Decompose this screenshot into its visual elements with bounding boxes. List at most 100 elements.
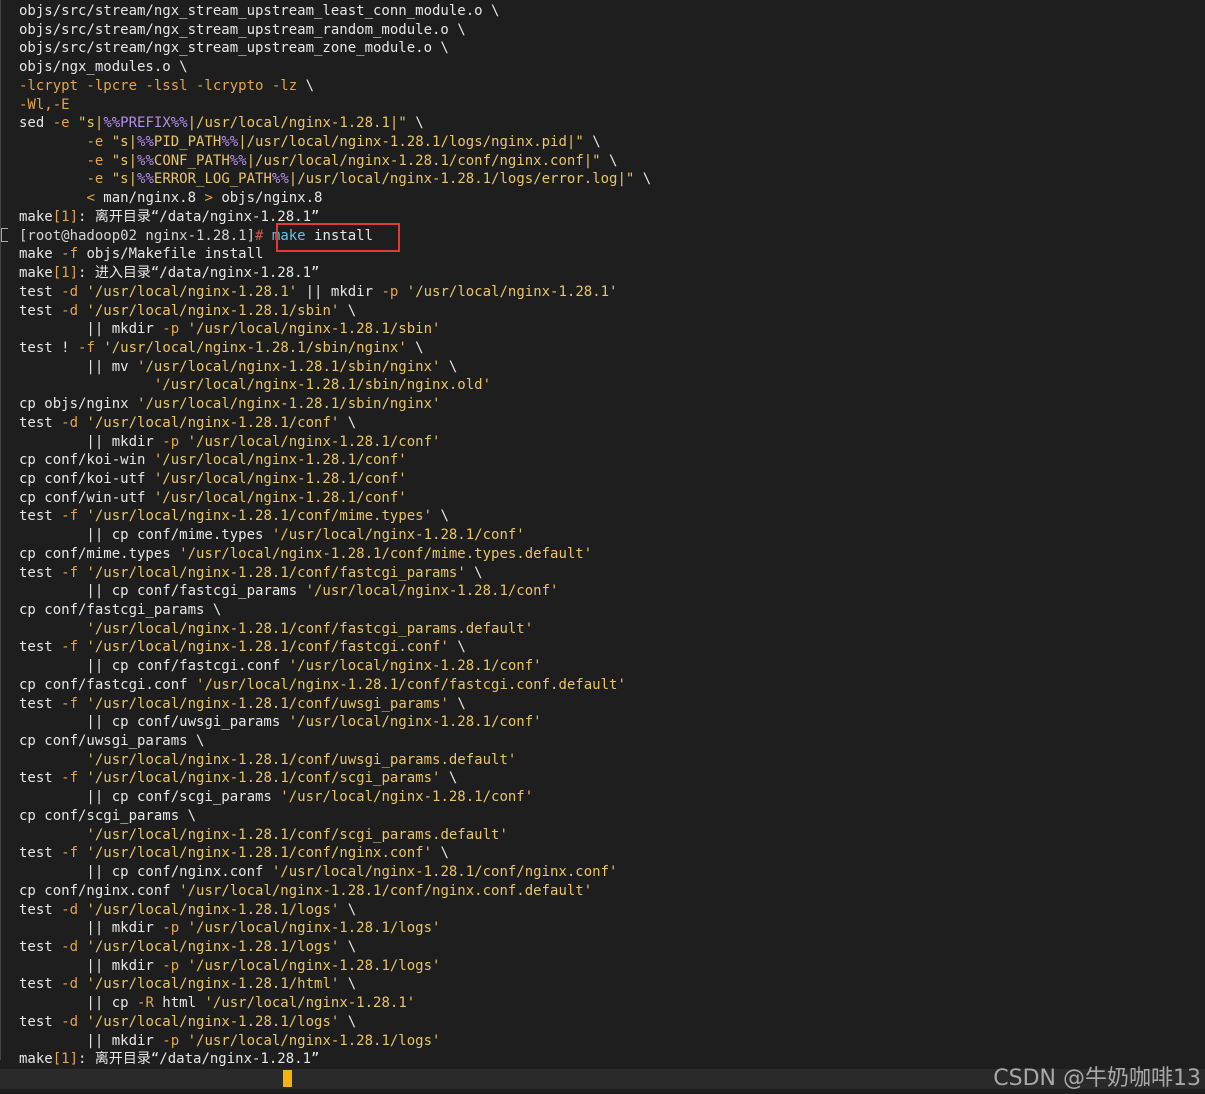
terminal-left-border	[0, 0, 1, 1060]
terminal-line: || cp conf/fastcgi_params '/usr/local/ng…	[19, 582, 1205, 601]
terminal-line: test -d '/usr/local/nginx-1.28.1/html' \	[19, 975, 1205, 994]
terminal-line: test -d '/usr/local/nginx-1.28.1/sbin' \	[19, 302, 1205, 321]
terminal-text-opt: -p	[162, 957, 180, 974]
terminal-text-plain	[103, 153, 111, 169]
terminal-text-plain: || mkdir	[19, 957, 163, 974]
terminal-line: -e "s|%%ERROR_LOG_PATH%%|/usr/local/ngin…	[19, 170, 1205, 189]
terminal-line: '/usr/local/nginx-1.28.1/sbin/nginx.old'	[19, 376, 1205, 395]
terminal-text-opt: -p	[162, 433, 180, 450]
terminal-text-plain	[19, 134, 86, 150]
terminal-text-str: CONF_PATH	[153, 152, 230, 169]
terminal-line: test -d '/usr/local/nginx-1.28.1/logs' \	[19, 938, 1205, 957]
terminal-text-str: ERROR_LOG_PATH	[153, 171, 272, 188]
terminal-line: test -f '/usr/local/nginx-1.28.1/conf/mi…	[19, 507, 1205, 526]
terminal-text-opt: -d	[61, 901, 79, 918]
terminal-text-plain: make	[19, 208, 53, 225]
terminal-text-str: '/usr/local/nginx-1.28.1/conf/fastcgi.co…	[86, 639, 449, 656]
terminal-line: cp conf/koi-utf '/usr/local/nginx-1.28.1…	[19, 470, 1205, 489]
terminal-text-opt: <	[86, 190, 95, 207]
terminal-text-plain: || cp conf/mime.types	[19, 527, 272, 544]
terminal-line: test -f '/usr/local/nginx-1.28.1/conf/ng…	[19, 844, 1205, 863]
terminal-line: sed -e "s|%%PREFIX%%|/usr/local/nginx-1.…	[19, 114, 1205, 133]
terminal-text-plain: test	[19, 414, 62, 431]
terminal-text-plain: \	[583, 134, 601, 151]
terminal-text-str: '/usr/local/nginx-1.28.1/conf/uwsgi_para…	[86, 695, 449, 712]
terminal-text-str: '/usr/local/nginx-1.28.1/sbin/nginx'	[137, 396, 441, 413]
terminal-line: || mkdir -p '/usr/local/nginx-1.28.1/sbi…	[19, 320, 1205, 339]
terminal-text-str: '/usr/local/nginx-1.28.1/conf/nginx.conf…	[271, 864, 618, 881]
terminal-line: || cp -R html '/usr/local/nginx-1.28.1'	[19, 994, 1205, 1013]
terminal-text-plain: test	[19, 695, 62, 712]
terminal-text-plain: || mv	[19, 358, 138, 375]
terminal-text-plain: \	[339, 1013, 357, 1030]
terminal-text-str: '/usr/local/nginx-1.28.1/sbin'	[86, 302, 340, 319]
terminal-text-plain: cp conf/fastcgi.conf	[19, 676, 197, 693]
terminal-line: test -d '/usr/local/nginx-1.28.1' || mkd…	[19, 283, 1205, 302]
terminal-line: -Wl,-E	[19, 96, 1205, 115]
terminal-text-str: PID_PATH	[153, 134, 222, 151]
terminal-text-plain: make	[19, 246, 62, 263]
terminal-text-plain: || mkdir	[19, 1032, 163, 1049]
terminal-text-plain	[103, 134, 111, 150]
terminal-text-opt: -f	[61, 508, 79, 525]
terminal-text-str: '/usr/local/nginx-1.28.1/conf'	[305, 583, 559, 600]
terminal-text-plain: \	[339, 414, 357, 431]
terminal-text-str: '/usr/local/nginx-1.28.1/conf/scgi_param…	[86, 826, 508, 843]
terminal-text-plain: test	[19, 564, 62, 581]
terminal-line: [root@hadoop02 nginx-1.28.1]# make insta…	[19, 227, 1205, 246]
terminal-text-str: '/usr/local/nginx-1.28.1/logs'	[187, 957, 441, 974]
terminal-text-var: %%	[221, 134, 239, 151]
terminal-text-plain: objs/Makefile install	[78, 246, 264, 263]
terminal-text-opt: -R	[137, 995, 154, 1012]
terminal-text-plain: || cp conf/scgi_params	[19, 789, 281, 806]
terminal-text-str: '/usr/local/nginx-1.28.1/logs'	[86, 1013, 340, 1030]
terminal-text-plain: test	[19, 639, 62, 656]
terminal-text-plain: : 进入目录“/data/nginx-1.28.1”	[78, 265, 320, 282]
terminal-text-plain	[19, 752, 86, 768]
terminal-text-str: |/usr/local/nginx-1.28.1/logs/error.log|…	[288, 171, 635, 188]
terminal-line: || cp conf/nginx.conf '/usr/local/nginx-…	[19, 863, 1205, 882]
terminal-text-opt: -d	[61, 414, 79, 431]
terminal-text-plain: || cp conf/uwsgi_params	[19, 714, 289, 731]
terminal-text-var: %%	[137, 171, 154, 188]
terminal-text-str: '/usr/local/nginx-1.28.1/sbin/nginx.old'	[153, 377, 492, 394]
terminal-text-plain: : 离开目录“/data/nginx-1.28.1”	[78, 1051, 320, 1068]
terminal-text-plain	[103, 171, 111, 187]
terminal-text-plain: \	[339, 901, 357, 918]
terminal-text-str: "s|	[111, 134, 138, 151]
terminal-text-plain: \	[465, 564, 483, 581]
terminal-text-str: '/usr/local/nginx-1.28.1/sbin'	[187, 321, 441, 338]
terminal-text-str: '/usr/local/nginx-1.28.1/conf'	[86, 414, 340, 431]
terminal-text-plain: sed	[19, 115, 53, 132]
terminal-line: -e "s|%%PID_PATH%%|/usr/local/nginx-1.28…	[19, 133, 1205, 152]
terminal-line: cp objs/nginx '/usr/local/nginx-1.28.1/s…	[19, 395, 1205, 414]
terminal-text-plain: || mkdir	[19, 321, 163, 338]
terminal-text-plain: objs/src/stream/ngx_stream_upstream_leas…	[19, 3, 500, 19]
terminal-text-str: "s|	[78, 115, 104, 132]
terminal-line: cp conf/fastcgi.conf '/usr/local/nginx-1…	[19, 676, 1205, 695]
terminal-text-opt: >	[204, 190, 213, 207]
terminal-text-plain: cp conf/scgi_params \	[19, 807, 197, 824]
terminal-text-str: "s|	[111, 152, 138, 169]
terminal-text-var: %%	[137, 152, 154, 169]
terminal-text-str: '/usr/local/nginx-1.28.1/conf/nginx.conf…	[86, 845, 433, 862]
terminal-line: test -f '/usr/local/nginx-1.28.1/conf/fa…	[19, 564, 1205, 583]
terminal-text-plain: cp objs/nginx	[19, 396, 138, 413]
terminal-cursor[interactable]	[283, 1070, 292, 1087]
terminal-line: cp conf/uwsgi_params \	[19, 732, 1205, 751]
terminal-text-plain: cp conf/fastcgi_params \	[19, 602, 222, 618]
terminal-text-opt: -d	[61, 976, 79, 993]
terminal-window[interactable]: objs/src/stream/ngx_stream_upstream_leas…	[0, 0, 1205, 1094]
terminal-text-str: '/usr/local/nginx-1.28.1/conf'	[153, 470, 407, 487]
terminal-line: test -d '/usr/local/nginx-1.28.1/logs' \	[19, 1013, 1205, 1032]
terminal-text-str: '/usr/local/nginx-1.28.1/logs'	[187, 920, 441, 937]
terminal-text-opt: -e	[86, 171, 104, 188]
terminal-line: '/usr/local/nginx-1.28.1/conf/fastcgi_pa…	[19, 620, 1205, 639]
terminal-text-plain: cp conf/mime.types	[19, 545, 180, 562]
terminal-text-plain: || cp conf/nginx.conf	[19, 864, 272, 881]
terminal-text-str: '/usr/local/nginx-1.28.1/conf/mime.types…	[86, 508, 433, 525]
terminal-text-plain: \	[297, 77, 315, 94]
terminal-line: || mkdir -p '/usr/local/nginx-1.28.1/log…	[19, 919, 1205, 938]
terminal-text-opt: -d	[61, 938, 79, 955]
terminal-text-num: [1]	[52, 1051, 79, 1068]
